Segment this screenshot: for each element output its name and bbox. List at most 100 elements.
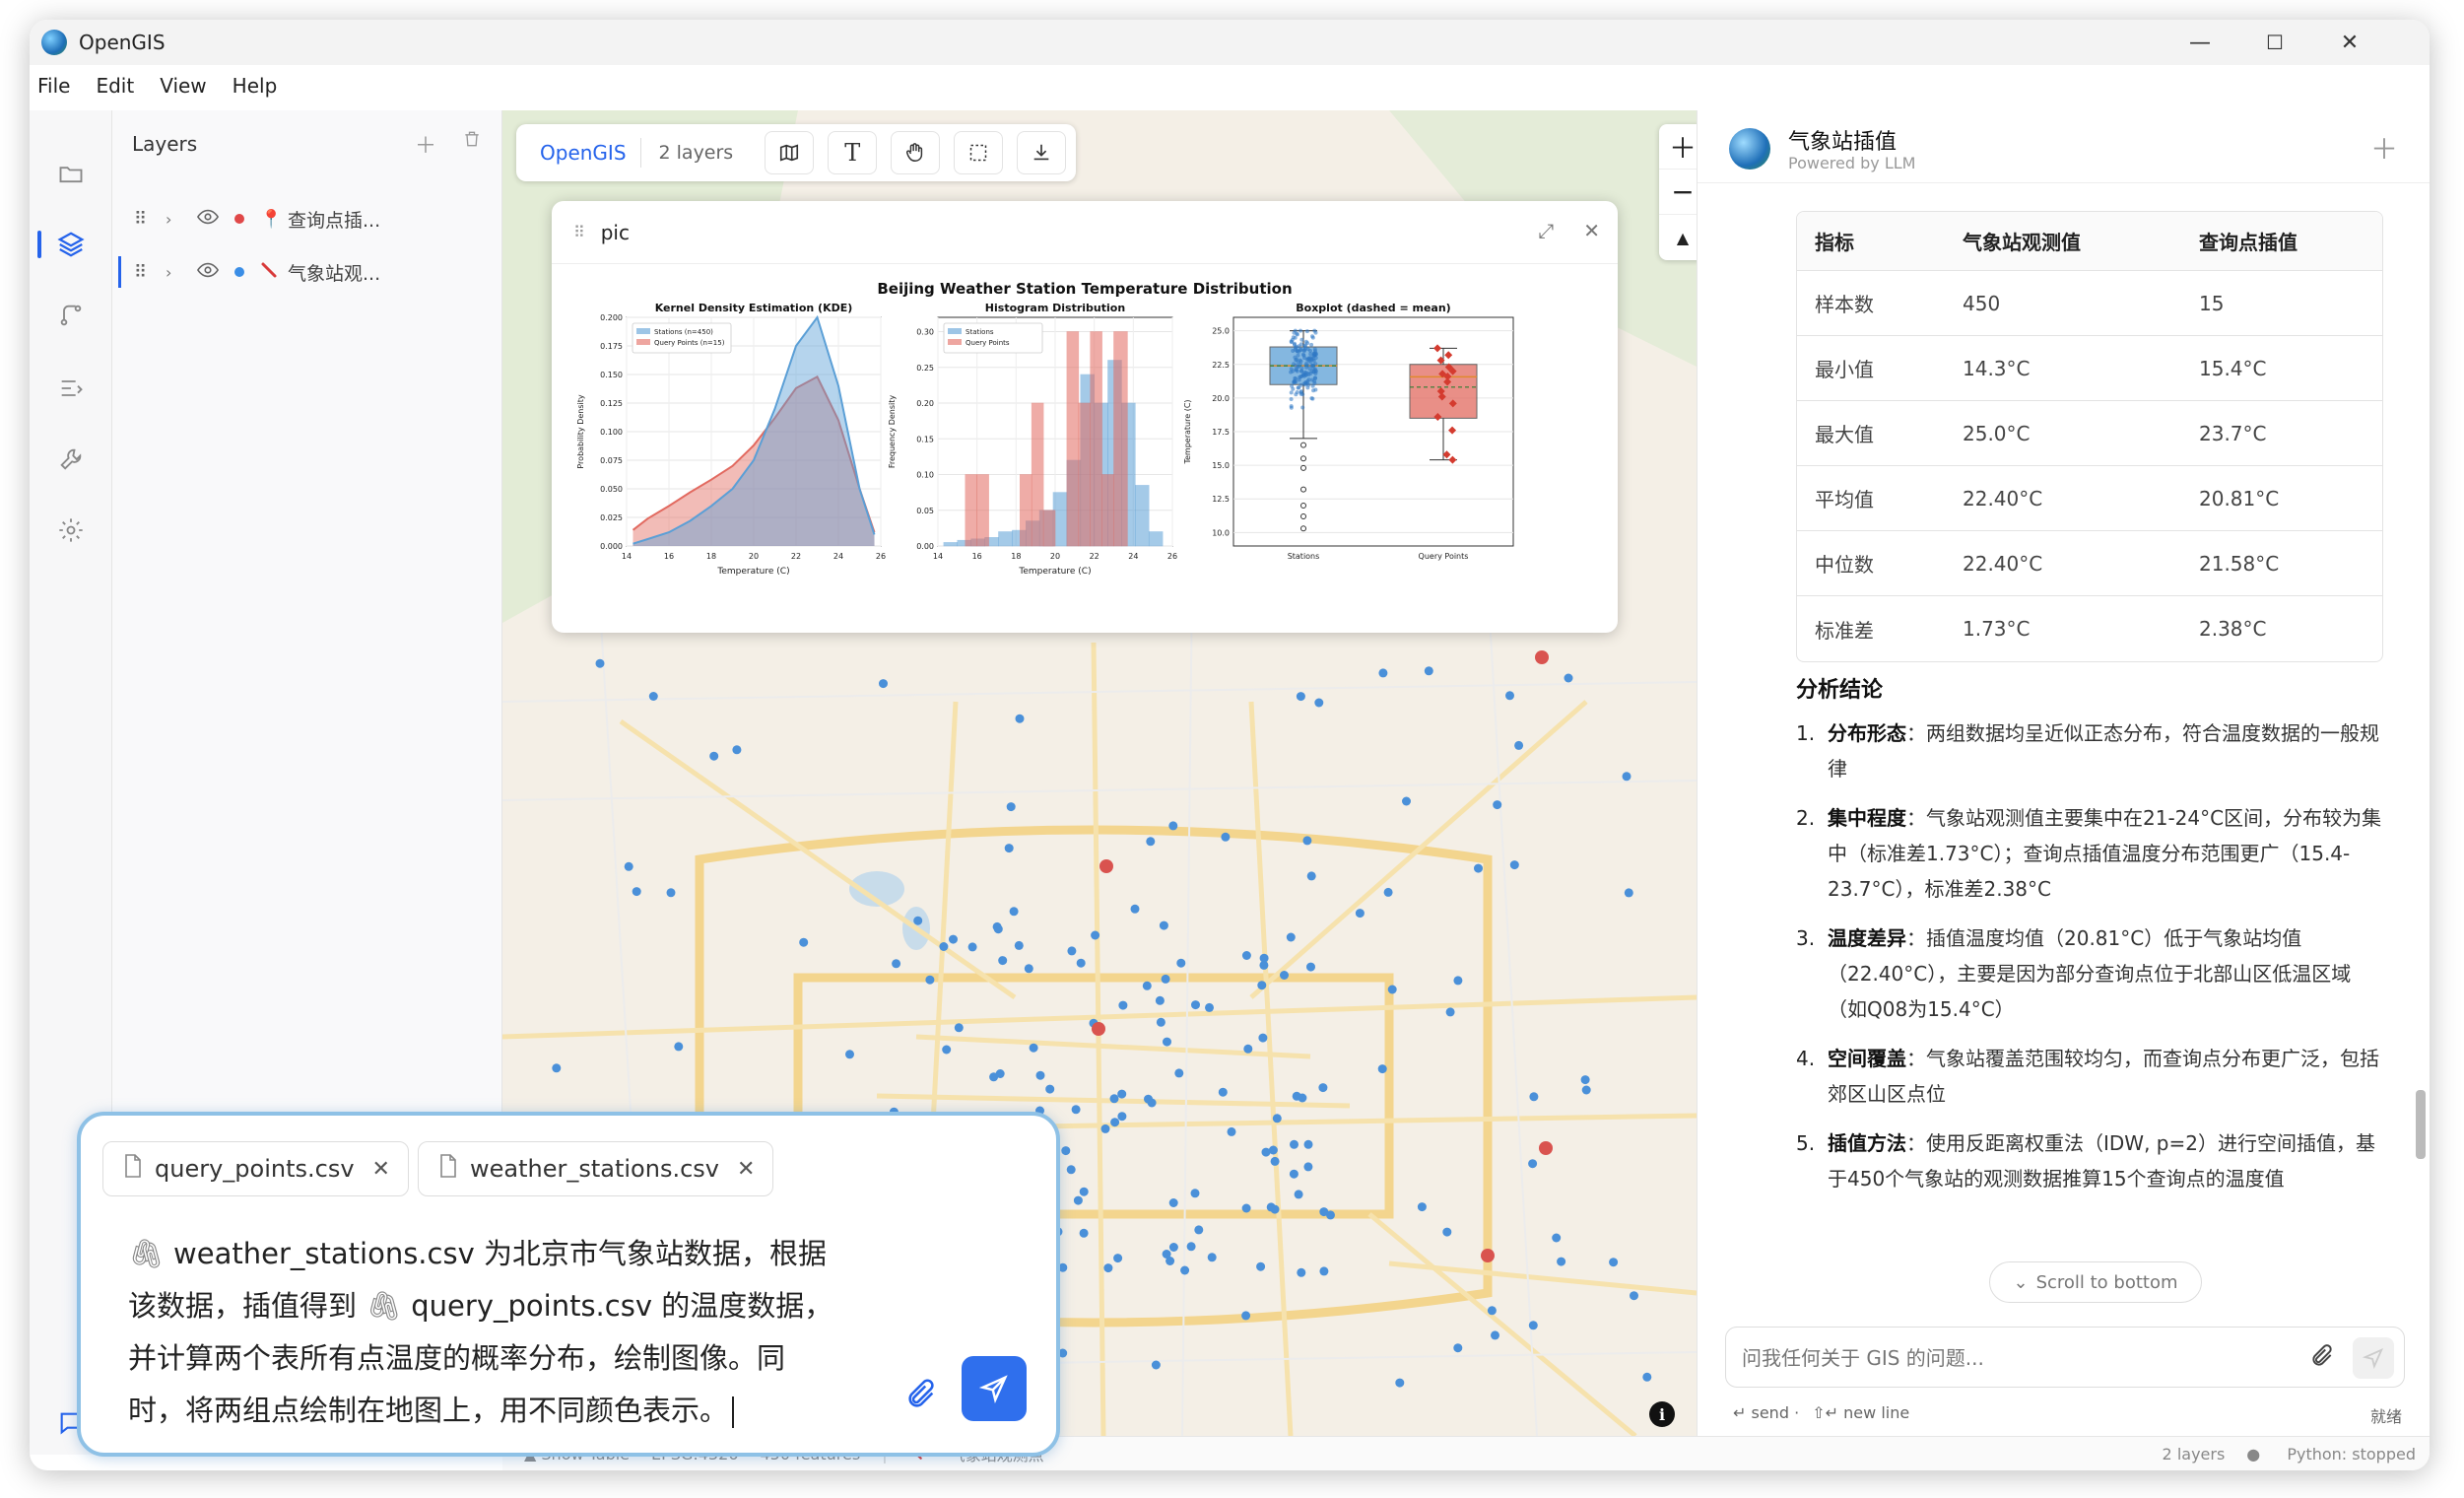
station-point[interactable] xyxy=(1297,1267,1306,1277)
wrench-icon[interactable] xyxy=(30,432,112,487)
station-point[interactable] xyxy=(1580,1075,1590,1085)
station-point[interactable] xyxy=(1165,1257,1175,1265)
station-point[interactable] xyxy=(1194,1225,1204,1235)
station-point[interactable] xyxy=(1355,909,1365,919)
station-point[interactable] xyxy=(1205,1002,1214,1012)
station-point[interactable] xyxy=(1493,800,1502,810)
settings-gear-icon[interactable] xyxy=(30,503,112,558)
station-point[interactable] xyxy=(1387,985,1397,994)
station-point[interactable] xyxy=(1241,1203,1251,1213)
compass-north-icon[interactable]: ▲ xyxy=(1659,215,1697,260)
station-point[interactable] xyxy=(1395,1378,1405,1388)
station-point[interactable] xyxy=(1453,976,1463,986)
station-point[interactable] xyxy=(1221,832,1231,842)
query-point[interactable] xyxy=(1092,1022,1105,1036)
menu-file[interactable]: File xyxy=(37,74,70,98)
station-point[interactable] xyxy=(799,937,809,947)
station-point[interactable] xyxy=(732,745,742,755)
station-point[interactable] xyxy=(1180,1265,1190,1275)
drag-handle-icon[interactable]: ⠿ xyxy=(134,262,154,283)
station-point[interactable] xyxy=(1280,971,1289,980)
station-point[interactable] xyxy=(1029,1043,1038,1053)
station-point[interactable] xyxy=(1642,1372,1652,1382)
query-point[interactable] xyxy=(1099,859,1113,873)
station-point[interactable] xyxy=(1268,1145,1278,1155)
station-point[interactable] xyxy=(1528,1159,1538,1169)
station-point[interactable] xyxy=(1424,666,1433,676)
station-point[interactable] xyxy=(1514,740,1524,750)
station-point[interactable] xyxy=(992,921,1002,931)
station-point[interactable] xyxy=(1622,772,1632,782)
station-point[interactable] xyxy=(1302,836,1312,846)
station-point[interactable] xyxy=(1168,1198,1178,1207)
zoom-out-button[interactable]: − xyxy=(1659,170,1697,215)
station-point[interactable] xyxy=(967,942,977,952)
maximize-button[interactable]: ☐ xyxy=(2236,20,2313,65)
expand-icon[interactable]: ⤢ xyxy=(1538,219,1554,242)
station-point[interactable] xyxy=(1079,1187,1089,1196)
query-point[interactable] xyxy=(1535,650,1549,664)
station-point[interactable] xyxy=(1146,837,1156,847)
paperclip-icon[interactable] xyxy=(2309,1343,2335,1373)
minimize-button[interactable]: — xyxy=(2162,20,2238,65)
figure-header[interactable]: ⠿ pic ⤢ ✕ xyxy=(552,201,1618,264)
station-point[interactable] xyxy=(1383,887,1393,897)
station-point[interactable] xyxy=(949,934,958,944)
station-point[interactable] xyxy=(1118,1000,1128,1010)
station-point[interactable] xyxy=(1168,821,1178,831)
station-point[interactable] xyxy=(1243,1044,1253,1054)
station-point[interactable] xyxy=(624,861,633,871)
station-point[interactable] xyxy=(1009,907,1019,917)
station-point[interactable] xyxy=(1487,1306,1497,1316)
station-point[interactable] xyxy=(709,751,719,761)
station-point[interactable] xyxy=(1151,1360,1161,1370)
station-point[interactable] xyxy=(1417,1202,1427,1212)
close-window-button[interactable]: ✕ xyxy=(2311,20,2388,65)
delete-layer-icon[interactable] xyxy=(462,128,482,160)
station-point[interactable] xyxy=(942,1045,952,1055)
drag-handle-icon[interactable]: ⠿ xyxy=(134,209,154,230)
station-point[interactable] xyxy=(845,1050,854,1059)
station-point[interactable] xyxy=(1207,1253,1217,1262)
station-point[interactable] xyxy=(1110,1118,1120,1127)
prompt-text-input[interactable]: 🖇 weather_stations.csv 为北京市气象站数据，根据该数据，插… xyxy=(128,1228,837,1437)
zoom-in-button[interactable]: ＋ xyxy=(1659,124,1697,170)
station-point[interactable] xyxy=(1445,1007,1455,1017)
station-point[interactable] xyxy=(1270,1204,1280,1214)
station-point[interactable] xyxy=(1117,1089,1127,1099)
drag-grip-icon[interactable]: ⠿ xyxy=(573,223,585,241)
station-point[interactable] xyxy=(1161,974,1170,984)
station-point[interactable] xyxy=(1298,1093,1307,1103)
station-point[interactable] xyxy=(1174,1068,1184,1078)
station-point[interactable] xyxy=(1155,995,1165,1005)
station-point[interactable] xyxy=(1289,1169,1299,1179)
attachment-chip[interactable]: query_points.csv ✕ xyxy=(102,1141,409,1196)
station-point[interactable] xyxy=(1624,888,1633,898)
visibility-eye-icon[interactable] xyxy=(196,262,223,283)
station-point[interactable] xyxy=(1015,714,1025,723)
visibility-eye-icon[interactable] xyxy=(196,209,223,230)
chat-input[interactable] xyxy=(1742,1341,2274,1375)
station-point[interactable] xyxy=(1109,1094,1119,1104)
station-point[interactable] xyxy=(1529,1092,1539,1102)
station-point[interactable] xyxy=(879,679,888,689)
query-point[interactable] xyxy=(1481,1249,1495,1262)
station-point[interactable] xyxy=(1303,1162,1313,1172)
station-point[interactable] xyxy=(1378,668,1388,678)
send-icon[interactable] xyxy=(2353,1337,2394,1379)
station-point[interactable] xyxy=(1306,871,1316,881)
menu-view[interactable]: View xyxy=(160,74,206,98)
remove-attachment-icon[interactable]: ✕ xyxy=(372,1157,390,1182)
station-point[interactable] xyxy=(1091,930,1100,940)
layer-row-query-points[interactable]: ⠿ › 📍 查询点插... xyxy=(112,193,502,244)
station-point[interactable] xyxy=(1319,1207,1329,1217)
station-point[interactable] xyxy=(1061,1146,1071,1156)
station-point[interactable] xyxy=(648,692,658,701)
select-box-icon[interactable] xyxy=(954,131,1004,174)
chevron-right-icon[interactable]: › xyxy=(166,210,185,229)
station-point[interactable] xyxy=(1609,1258,1619,1267)
station-point[interactable] xyxy=(1076,958,1086,968)
station-point[interactable] xyxy=(1159,920,1168,930)
history-icon[interactable] xyxy=(30,361,112,416)
station-point[interactable] xyxy=(1286,932,1296,942)
